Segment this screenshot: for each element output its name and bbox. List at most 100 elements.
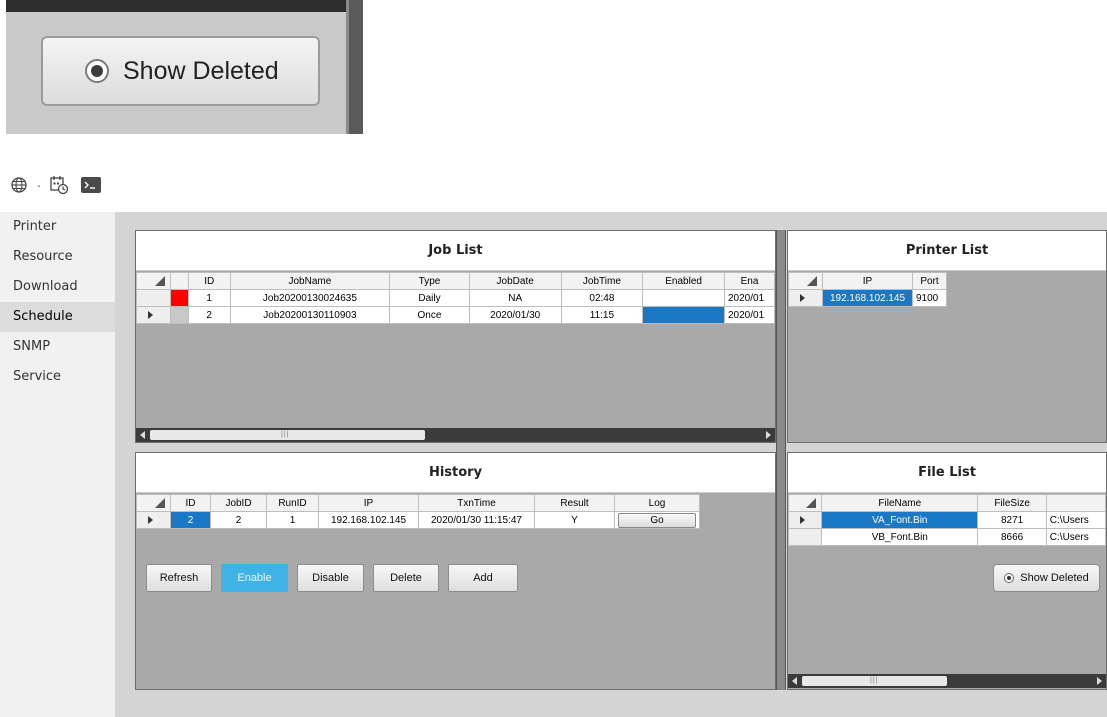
- cell-jobname[interactable]: Job20200130024635: [229, 289, 391, 307]
- cell-jobid[interactable]: 2: [210, 511, 267, 529]
- cell-jobtime[interactable]: 11:15: [560, 306, 644, 324]
- cell-jobdate[interactable]: 2020/01/30: [468, 306, 562, 324]
- vertical-splitter[interactable]: [776, 230, 786, 690]
- cell-type[interactable]: Once: [389, 306, 470, 324]
- current-row-arrow-icon: [800, 516, 805, 524]
- sidebar-item-service[interactable]: Service: [0, 362, 115, 392]
- cell-filename-selected[interactable]: VA_Font.Bin: [821, 511, 979, 529]
- cell-enabled[interactable]: [642, 289, 725, 307]
- sidebar: Printer Resource Download Schedule SNMP …: [0, 212, 115, 717]
- enable-button[interactable]: Enable: [221, 564, 288, 592]
- job-list-horizontal-scrollbar[interactable]: |||: [136, 428, 775, 442]
- scroll-right-icon[interactable]: [1097, 677, 1102, 685]
- cell-ena[interactable]: 2020/01: [723, 289, 775, 307]
- job-list-table[interactable]: ID JobName Type JobDate JobTime Enabled …: [136, 272, 775, 324]
- cell-filesize[interactable]: 8271: [977, 511, 1047, 529]
- column-header-jobdate[interactable]: JobDate: [468, 272, 562, 290]
- cell-enabled-selected[interactable]: [642, 306, 725, 324]
- printer-list-title: Printer List: [788, 231, 1106, 271]
- column-header-id[interactable]: ID: [170, 494, 211, 512]
- cell-txntime[interactable]: 2020/01/30 11:15:47: [418, 511, 535, 529]
- select-all-corner[interactable]: [136, 494, 171, 512]
- table-row[interactable]: VB_Font.Bin 8666 C:\Users: [788, 528, 1106, 546]
- history-title: History: [136, 453, 775, 493]
- column-header-port[interactable]: Port: [912, 272, 947, 290]
- scroll-left-icon[interactable]: [140, 431, 145, 439]
- job-list-panel: Job List ID JobName Type JobDate JobTime…: [135, 230, 776, 443]
- file-list-table[interactable]: FileName FileSize VA_Font.Bin 8271 C:\Us…: [788, 494, 1106, 546]
- table-row[interactable]: 1 Job20200130024635 Daily NA 02:48 2020/…: [136, 289, 775, 307]
- cell-jobtime[interactable]: 02:48: [560, 289, 644, 307]
- show-deleted-button[interactable]: Show Deleted: [993, 564, 1100, 592]
- table-header-row: FileName FileSize: [788, 494, 1106, 512]
- scroll-grip: |||: [281, 431, 290, 438]
- cell-jobname[interactable]: Job20200130110903: [229, 306, 391, 324]
- file-list-horizontal-scrollbar[interactable]: |||: [788, 674, 1106, 688]
- terminal-icon[interactable]: [80, 174, 102, 196]
- table-row[interactable]: 2 Job20200130110903 Once 2020/01/30 11:1…: [136, 306, 775, 324]
- sidebar-item-schedule[interactable]: Schedule: [0, 302, 115, 332]
- row-header-current[interactable]: [788, 289, 823, 307]
- sidebar-item-printer[interactable]: Printer: [0, 212, 115, 242]
- row-header-current[interactable]: [788, 511, 823, 529]
- column-header-jobtime[interactable]: JobTime: [560, 272, 644, 290]
- column-header-txntime[interactable]: TxnTime: [418, 494, 535, 512]
- sidebar-item-download[interactable]: Download: [0, 272, 115, 302]
- table-row[interactable]: VA_Font.Bin 8271 C:\Users: [788, 511, 1106, 529]
- sidebar-item-snmp[interactable]: SNMP: [0, 332, 115, 362]
- cell-path[interactable]: C:\Users: [1045, 511, 1106, 529]
- cell-id[interactable]: 1: [187, 289, 231, 307]
- cell-filesize[interactable]: 8666: [977, 528, 1047, 546]
- scroll-right-icon[interactable]: [766, 431, 771, 439]
- row-header[interactable]: [136, 289, 171, 307]
- cell-id-selected[interactable]: 2: [170, 511, 211, 529]
- column-header-filename[interactable]: FileName: [821, 494, 979, 512]
- select-all-corner[interactable]: [788, 494, 823, 512]
- column-header-log[interactable]: Log: [614, 494, 700, 512]
- column-header-filesize[interactable]: FileSize: [977, 494, 1047, 512]
- row-header-current[interactable]: [136, 306, 171, 324]
- cell-runid[interactable]: 1: [266, 511, 319, 529]
- show-deleted-zoom-button: Show Deleted: [41, 36, 320, 106]
- column-header-type[interactable]: Type: [389, 272, 470, 290]
- globe-icon[interactable]: [8, 174, 30, 196]
- select-all-corner[interactable]: [788, 272, 823, 290]
- history-table[interactable]: ID JobID RunID IP TxnTime Result Log 2 2…: [136, 494, 700, 529]
- row-header[interactable]: [788, 528, 823, 546]
- column-header-jobid[interactable]: JobID: [210, 494, 267, 512]
- column-header-id[interactable]: ID: [187, 272, 231, 290]
- column-header-ip[interactable]: IP: [822, 272, 913, 290]
- printer-list-table[interactable]: IP Port 192.168.102.145 9100: [788, 272, 947, 307]
- column-header-enabled[interactable]: Enabled: [642, 272, 725, 290]
- column-header-path[interactable]: [1045, 494, 1106, 512]
- cell-type[interactable]: Daily: [389, 289, 470, 307]
- cell-id[interactable]: 2: [187, 306, 231, 324]
- column-header-jobname[interactable]: JobName: [229, 272, 391, 290]
- cell-filename[interactable]: VB_Font.Bin: [821, 528, 979, 546]
- cell-ip[interactable]: 192.168.102.145: [318, 511, 419, 529]
- cell-port[interactable]: 9100: [912, 289, 947, 307]
- cell-result[interactable]: Y: [534, 511, 615, 529]
- calendar-clock-icon[interactable]: [48, 174, 70, 196]
- select-all-corner[interactable]: [136, 272, 171, 290]
- cell-ip-selected[interactable]: 192.168.102.145: [822, 289, 913, 307]
- log-go-button[interactable]: Go: [618, 512, 696, 528]
- refresh-button[interactable]: Refresh: [146, 564, 212, 592]
- add-button[interactable]: Add: [448, 564, 518, 592]
- cell-ena[interactable]: 2020/01: [723, 306, 775, 324]
- show-deleted-zoom-label: Show Deleted: [123, 56, 279, 85]
- table-row[interactable]: 192.168.102.145 9100: [788, 289, 947, 307]
- disable-button[interactable]: Disable: [297, 564, 364, 592]
- column-header-result[interactable]: Result: [534, 494, 615, 512]
- column-header-ena[interactable]: Ena: [723, 272, 775, 290]
- scroll-left-icon[interactable]: [792, 677, 797, 685]
- cell-path[interactable]: C:\Users: [1045, 528, 1106, 546]
- table-row[interactable]: 2 2 1 192.168.102.145 2020/01/30 11:15:4…: [136, 511, 700, 529]
- sidebar-item-resource[interactable]: Resource: [0, 242, 115, 272]
- column-header-runid[interactable]: RunID: [266, 494, 319, 512]
- row-header-current[interactable]: [136, 511, 171, 529]
- column-header-ip[interactable]: IP: [318, 494, 419, 512]
- separator-dot: ·: [36, 177, 42, 193]
- cell-jobdate[interactable]: NA: [468, 289, 562, 307]
- delete-button[interactable]: Delete: [373, 564, 439, 592]
